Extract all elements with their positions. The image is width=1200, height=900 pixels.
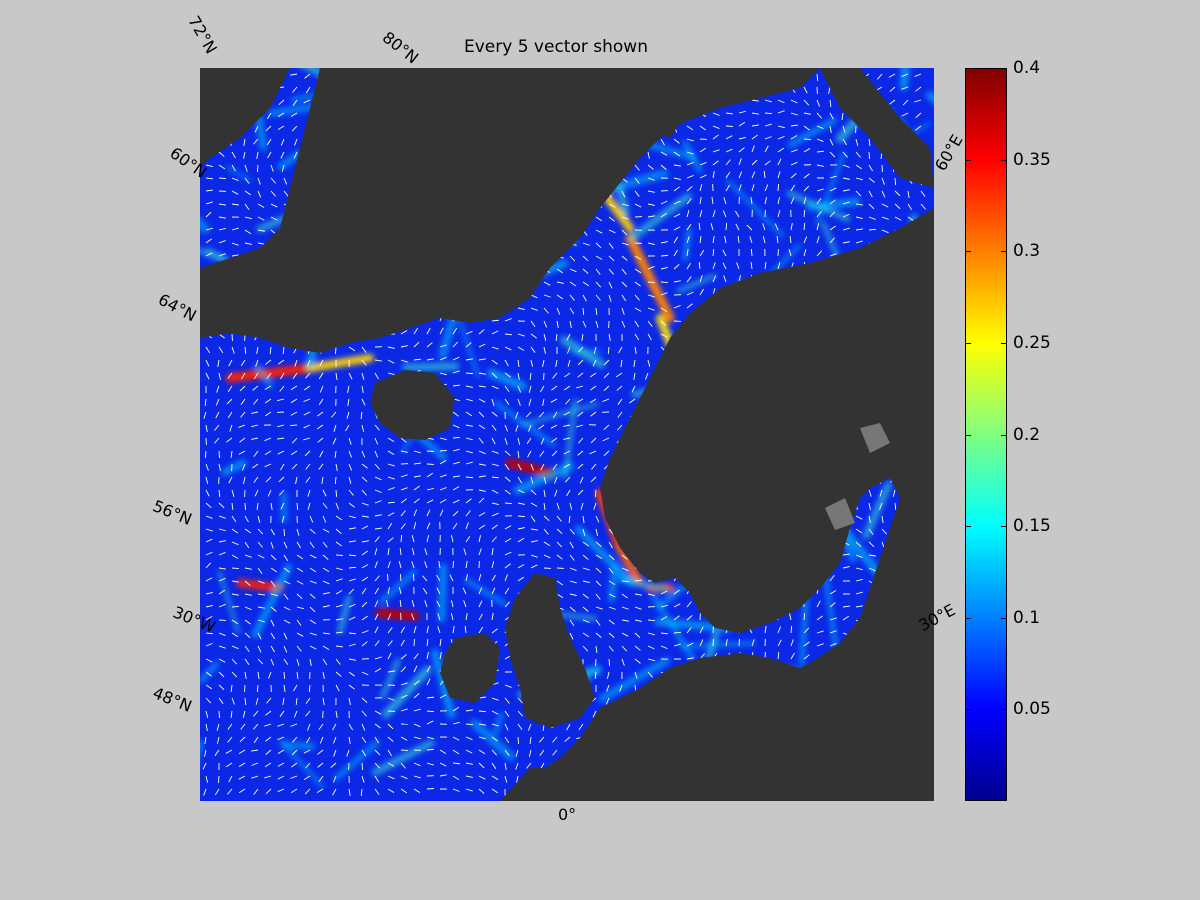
current-vector (283, 528, 285, 537)
current-vector (725, 125, 734, 128)
colorbar-tick-label: 0.35 (1013, 149, 1051, 170)
colorbar-tick-label: 0.15 (1013, 516, 1051, 537)
colorbar-tick-mark (966, 159, 971, 161)
colorbar-tick-mark (1001, 159, 1006, 161)
colorbar-tick-label: 0.05 (1013, 699, 1051, 720)
speed-streak (375, 608, 420, 621)
current-vector (608, 658, 611, 667)
current-vector (426, 788, 435, 790)
colorbar-tick-mark (1001, 617, 1006, 619)
current-vector (231, 567, 240, 570)
plot-title: Every 5 vector shown (464, 37, 648, 57)
current-vector (777, 183, 779, 192)
current-vector (335, 489, 338, 498)
colorbar-tick-label: 0.2 (1013, 424, 1041, 445)
figure: Every 5 vector shown 72°N 80°N 60°E 60°N… (0, 0, 1200, 900)
colorbar-tick-mark (1001, 709, 1006, 711)
colorbar-tick-label: 0.4 (1013, 58, 1041, 78)
current-vector (256, 164, 259, 173)
current-vector (218, 450, 220, 459)
colorbar-tick-label: 0.3 (1013, 241, 1041, 262)
current-vector (894, 177, 897, 186)
colorbar-tick-mark (966, 617, 971, 619)
current-vector (361, 762, 364, 771)
map-panel (200, 68, 934, 801)
current-vector (621, 580, 630, 583)
colorbar-tick-mark (966, 251, 971, 253)
colorbar-tick-mark (1001, 251, 1006, 253)
current-vector (426, 450, 435, 452)
current-vector (256, 684, 259, 693)
current-vector (439, 450, 448, 452)
current-vector (660, 254, 669, 257)
colorbar-tick-mark (966, 434, 971, 436)
colorbar-tick-mark (1001, 434, 1006, 436)
speed-streak (402, 362, 460, 371)
current-vector (595, 489, 597, 498)
speed-streak (438, 563, 447, 623)
colorbar-tick-label: 0.25 (1013, 332, 1051, 353)
current-vector (218, 177, 227, 180)
current-vector (803, 138, 812, 141)
current-vector (335, 346, 337, 355)
current-vector (750, 248, 753, 257)
current-vector (478, 710, 487, 713)
label-60e: 60°E (930, 131, 967, 175)
label-64n: 64°N (155, 289, 200, 326)
colorbar-tick-mark (1001, 526, 1006, 528)
label-48n: 48°N (150, 683, 195, 716)
colorbar-tick-mark (966, 68, 971, 69)
speed-streak (281, 741, 316, 750)
label-72n: 72°N (184, 12, 221, 57)
label-56n: 56°N (150, 496, 195, 529)
current-speed-map (200, 68, 934, 801)
colorbar-tick-mark (1001, 342, 1006, 344)
colorbar-tick-mark (966, 342, 971, 344)
current-vector (283, 671, 286, 680)
colorbar-tick-mark (966, 709, 971, 711)
current-vector (231, 605, 240, 608)
speed-streak (899, 68, 910, 91)
current-vector (803, 612, 806, 621)
current-vector (204, 450, 207, 459)
current-vector (868, 151, 871, 160)
current-vector (790, 625, 793, 634)
current-vector (218, 775, 220, 784)
colorbar-tick-mark (1001, 68, 1006, 69)
current-vector (308, 684, 311, 693)
current-vector (517, 736, 520, 745)
colorbar-tick-mark (966, 526, 971, 528)
label-80n: 80°N (378, 27, 423, 68)
colorbar-tick-label: 0.1 (1013, 607, 1041, 628)
current-vector (334, 476, 337, 485)
current-vector (465, 372, 474, 375)
current-vector (452, 436, 461, 439)
current-vector (660, 281, 669, 283)
current-vector (452, 560, 454, 569)
label-0: 0° (558, 805, 577, 824)
current-vector (289, 424, 298, 427)
current-vector (412, 573, 415, 582)
